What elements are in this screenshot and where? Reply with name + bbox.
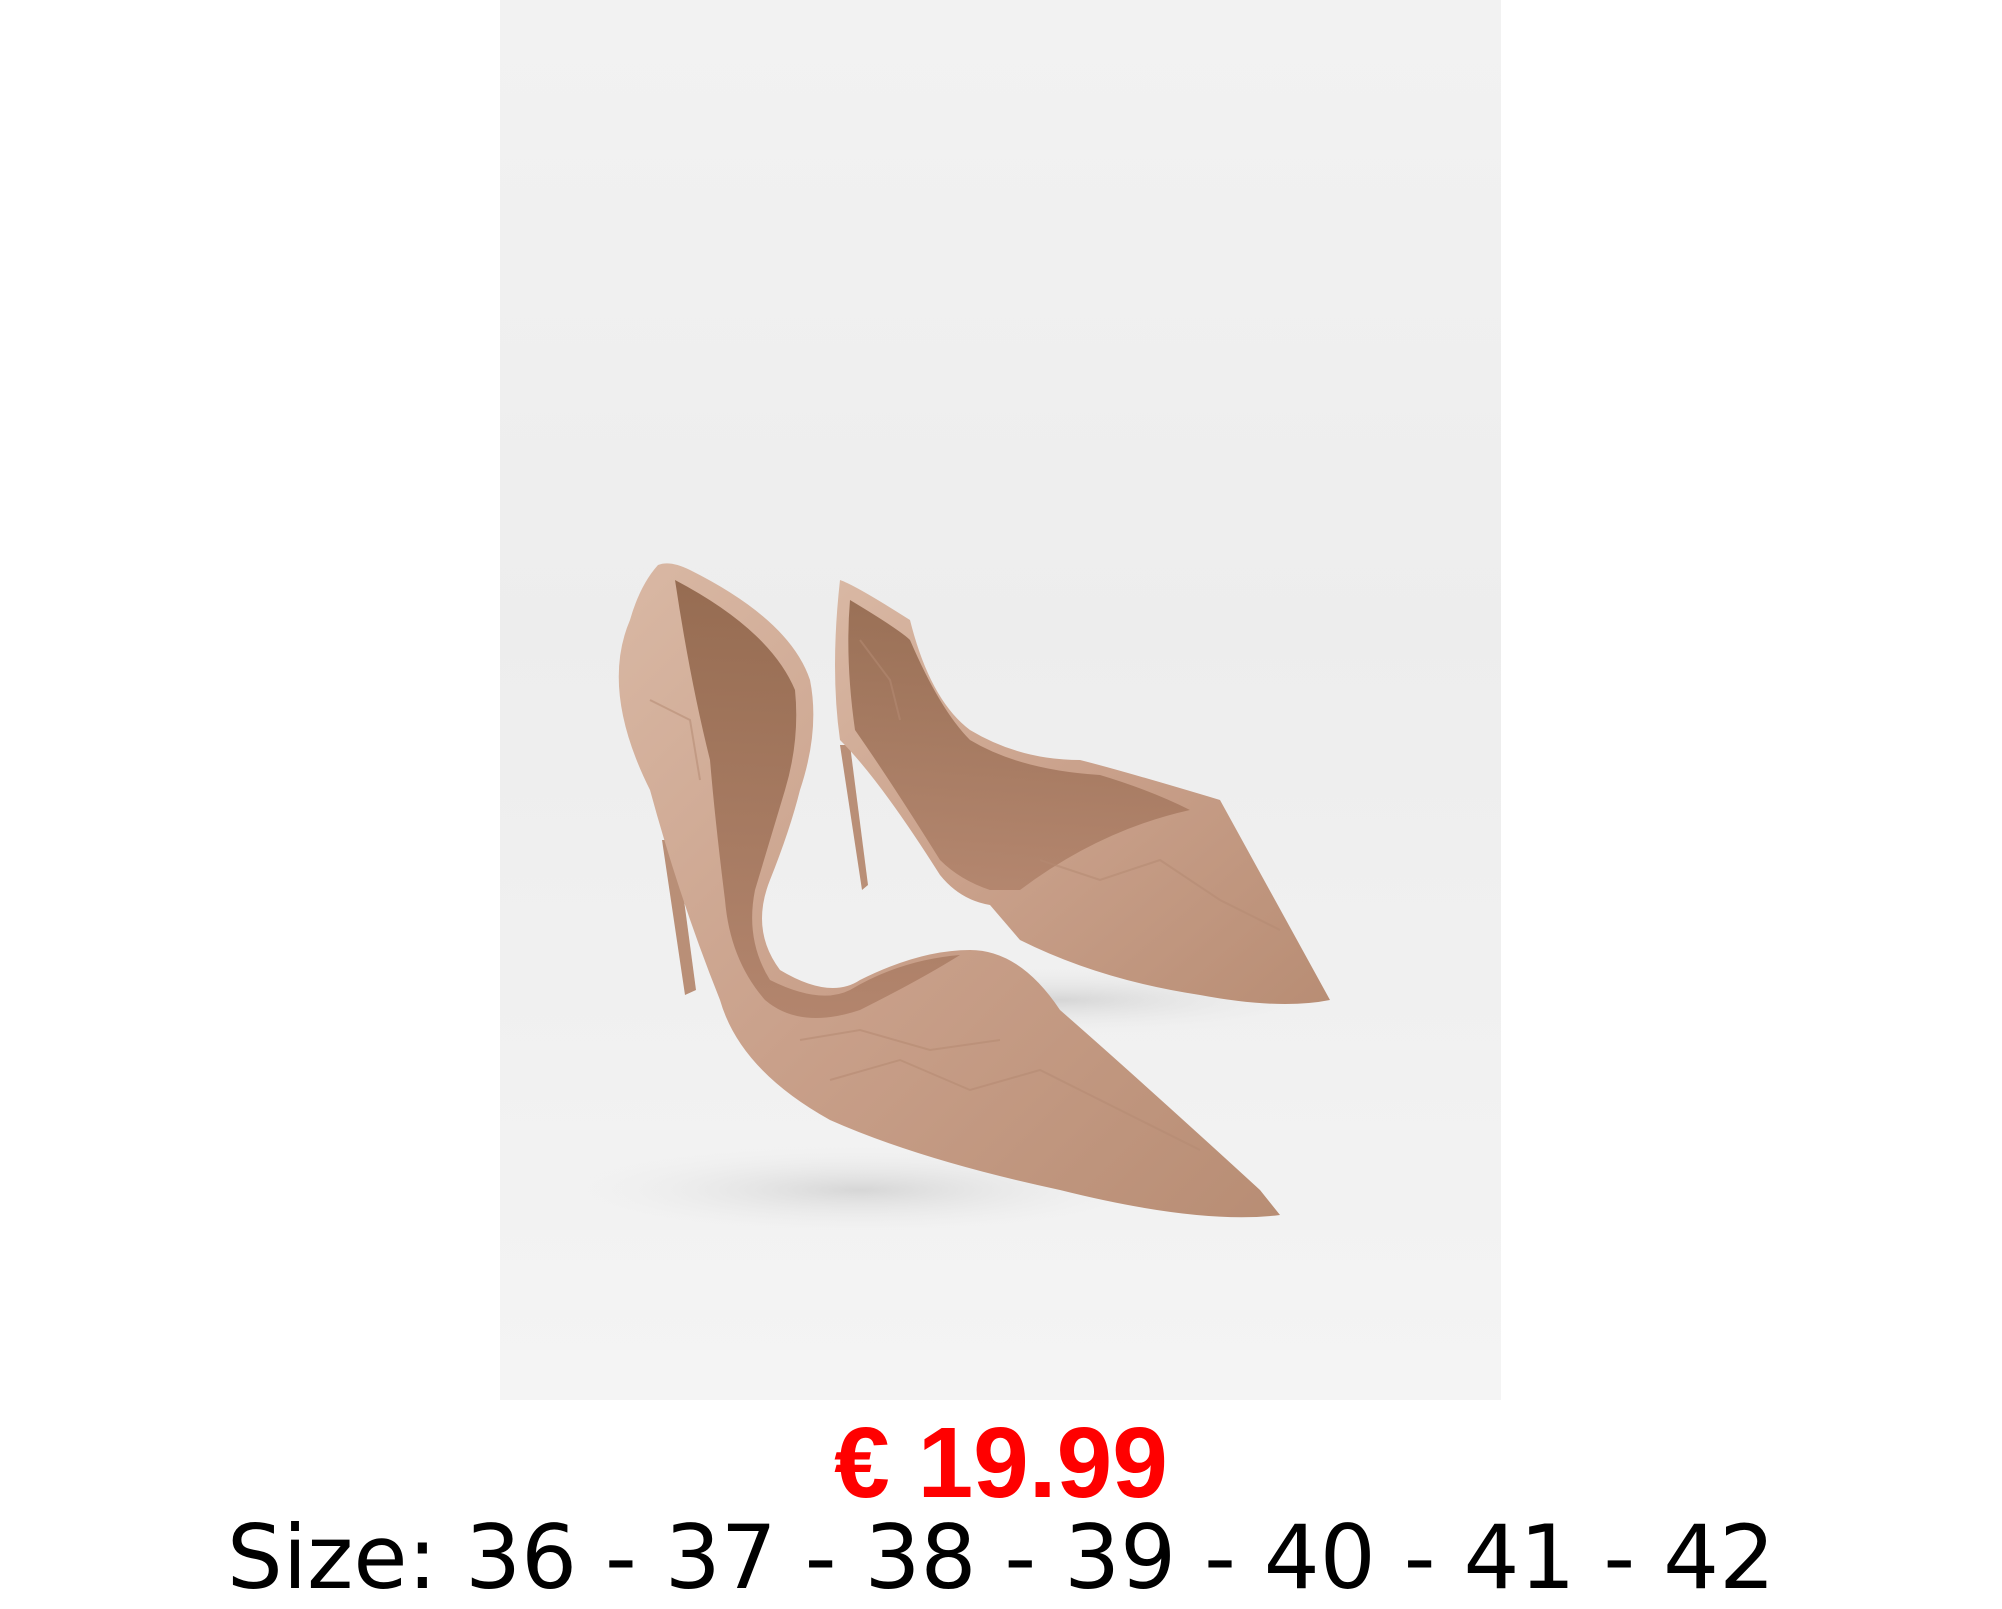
price-label: € 19.99 bbox=[834, 1407, 1168, 1519]
product-image bbox=[500, 0, 1501, 1400]
back-shoe-heel bbox=[840, 745, 868, 890]
pumps-illustration bbox=[560, 563, 1340, 1235]
size-list: Size: 36 - 37 - 38 - 39 - 40 - 41 - 42 bbox=[226, 1506, 1776, 1609]
